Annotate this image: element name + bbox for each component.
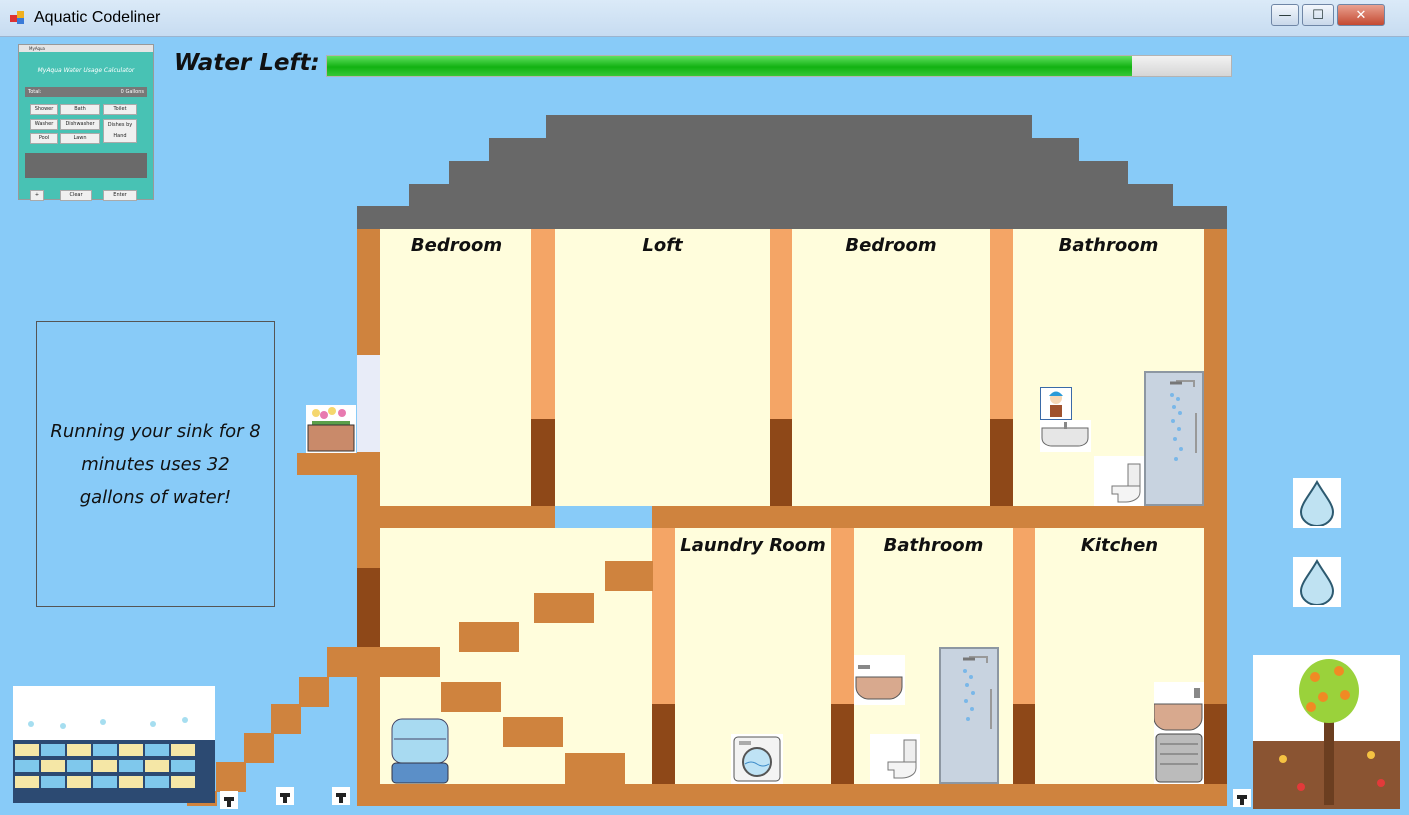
water-tip-box: Running your sink for 8 minutes uses 32 … [36,321,275,607]
washing-machine-icon[interactable] [731,734,783,784]
balcony-ledge [297,453,357,475]
mini-pool-button[interactable]: Pool [30,133,58,144]
mini-toilet-button[interactable]: Toilet [103,104,137,115]
mini-total-value: 0 Gallons [120,89,144,95]
left-outer-wall [357,229,380,801]
shower-icon[interactable] [939,647,999,784]
sprinkler-icon[interactable] [332,787,350,805]
stair-step [441,682,501,712]
wall-dark-segment [357,568,380,648]
outside-step [271,704,301,734]
water-left-label: Water Left: [174,50,320,76]
title-bar: Aquatic Codeliner — ☐ ✕ [0,0,1409,37]
mini-dishes-by-hand-button[interactable]: Dishes by Hand [103,119,137,143]
wall-post-dark [652,704,675,784]
mini-enter-button[interactable]: Enter [103,190,137,201]
mini-plus-button[interactable]: + [30,190,44,201]
mini-total-label: Total: [28,89,42,95]
sprinkler-icon[interactable] [1233,789,1251,807]
minimize-button[interactable]: — [1271,4,1299,26]
water-tip-text: Running your sink for 8 minutes uses 32 … [50,420,261,508]
shower-icon[interactable] [1144,371,1204,506]
mini-shower-button[interactable]: Shower [30,104,58,115]
sprinkler-icon[interactable] [276,787,294,805]
toilet-icon[interactable] [870,734,920,784]
wall-post-dark [770,419,792,506]
room-label-kitchen: Kitchen [1080,535,1159,556]
pool-icon[interactable] [13,686,215,803]
stair-landing [327,647,440,677]
mini-total-row: Total: 0 Gallons [25,87,147,97]
stair-step [565,753,625,784]
room-label-bedroom: Bedroom [845,235,937,256]
roof-tier [409,184,1173,208]
wall-post-dark [990,419,1013,506]
stair-step [605,561,653,591]
stair-step [503,717,563,747]
mini-clear-button[interactable]: Clear [60,190,92,201]
roof-tier [489,138,1079,162]
game-canvas: Water Left: MyAqua MyAqua Water Usage Ca… [9,37,1400,809]
upper-bedroom-2 [792,229,990,506]
mini-calculator-heading: MyAqua Water Usage Calculator [37,67,135,74]
room-label-bathroom: Bathroom [1058,235,1159,256]
stair-step [534,593,594,623]
close-button[interactable]: ✕ [1337,4,1385,26]
outside-step [216,762,246,792]
water-left-progress-bar [326,55,1232,77]
wall-post-dark [1013,704,1035,784]
upper-bedroom-1 [380,229,533,506]
water-cooler-icon[interactable] [388,717,452,784]
ground-floor [357,784,1227,806]
window-title: Aquatic Codeliner [34,9,161,26]
toilet-icon[interactable] [1094,456,1144,506]
loft-room [555,229,770,506]
character-icon[interactable] [1040,387,1072,420]
outside-step [244,733,274,763]
mini-calculator-window[interactable]: MyAqua MyAqua Water Usage Calculator Tot… [18,44,154,201]
room-label-laundry-room: Laundry Room [680,535,826,556]
maximize-button[interactable]: ☐ [1302,4,1334,26]
roof-tier [357,206,1227,229]
wall-post [990,229,1013,419]
wall-post-dark [531,419,555,506]
water-left-fill [327,56,1132,76]
wall-post-dark [831,704,854,784]
sink-icon[interactable] [1040,420,1091,452]
mini-washer-button[interactable]: Washer [30,119,58,130]
stair-step [459,622,519,652]
roof-tier [546,115,1032,139]
flower-box-icon[interactable] [306,405,356,453]
wall-dark-segment [1204,704,1227,784]
orange-tree-icon[interactable] [1253,655,1400,809]
mini-display [25,153,147,178]
app-icon [10,10,26,24]
room-label-bedroom: Bedroom [410,235,503,256]
wall-post [1013,528,1035,704]
water-drop-icon[interactable] [1293,478,1341,528]
mini-lawn-button[interactable]: Lawn [60,133,100,144]
mini-bath-button[interactable]: Bath [60,104,100,115]
mini-calculator-title: MyAqua [19,45,153,52]
wall-post [831,528,854,704]
mini-dishwasher-button[interactable]: Dishwasher [60,119,100,130]
dishwasher-icon[interactable] [1153,682,1204,784]
water-drop-icon[interactable] [1293,557,1341,607]
window [357,355,380,452]
sprinkler-icon[interactable] [220,791,238,809]
room-label-loft: Loft [642,235,683,256]
wall-post [770,229,792,419]
right-outer-wall [1204,229,1227,784]
room-label-bathroom: Bathroom [883,535,984,556]
upper-floor-left [380,506,555,528]
wall-post [531,229,555,419]
upper-floor-right [652,506,1204,528]
wall-post [652,528,675,704]
sink-icon[interactable] [854,655,905,705]
roof-tier [449,161,1128,185]
outside-step [299,677,329,707]
